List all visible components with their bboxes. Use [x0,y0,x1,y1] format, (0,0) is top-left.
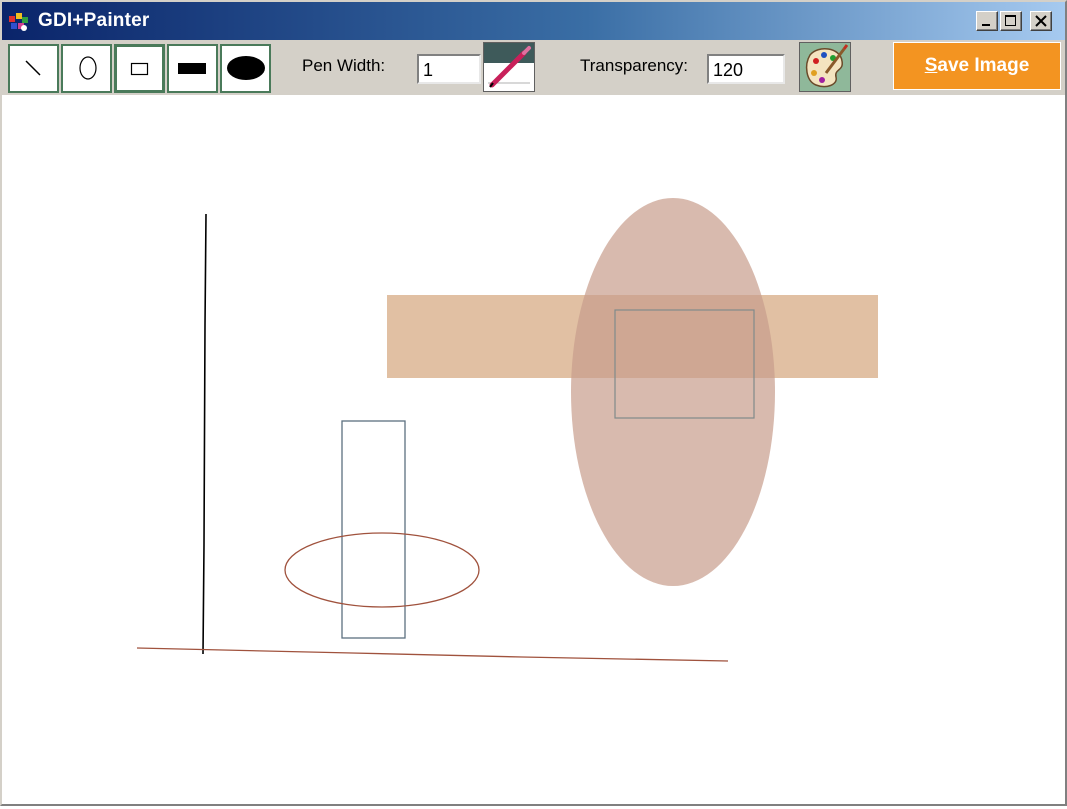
window-title: GDI+Painter [38,10,150,31]
mauve-filled-ellipse [571,198,775,586]
brown-baseline [136,647,729,662]
transparency-label: Transparency: [580,56,689,75]
filled-ellipse-icon [227,56,265,80]
maximize-button[interactable] [1000,11,1022,31]
save-label: ave Image [937,55,1030,76]
palette-icon [805,44,849,88]
rectangle-outline-icon [130,62,149,76]
save-mnemonic: S [924,55,938,76]
save-image-button[interactable]: Save Image [893,42,1061,90]
filled-rectangle-icon [178,63,206,74]
filled-ellipse-tool[interactable] [220,44,271,93]
line-icon [25,60,41,76]
ellipse-tool[interactable] [61,44,112,93]
brown-outline-ellipse [284,532,480,608]
pen-color-button[interactable] [483,42,535,92]
transparency-input[interactable]: 120 [707,54,785,84]
rectangle-tool[interactable] [114,44,165,93]
ellipse-outline-icon [79,56,97,80]
line-tool[interactable] [8,44,59,93]
minimize-button[interactable] [976,11,998,31]
black-vertical-line [202,213,207,655]
maximize-icon [1005,15,1016,26]
canvas-drawing [136,198,878,662]
pen-width-label: Pen Width: [302,56,386,75]
app-window: GDI+Painter Pen Width: 1 Transparency: 1… [0,0,1067,806]
app-icon [8,11,30,33]
close-button[interactable] [1030,11,1052,31]
filled-rectangle-tool[interactable] [167,44,218,93]
title-bar[interactable]: GDI+Painter [2,2,1065,40]
minimize-icon [982,24,990,26]
pen-icon [484,43,534,91]
pen-width-input[interactable]: 1 [417,54,481,84]
toolbar: Pen Width: 1 Transparency: 120 Save Imag… [2,40,1065,95]
palette-button[interactable] [799,42,851,92]
close-icon [1035,15,1047,27]
drawing-canvas[interactable] [2,95,1065,804]
